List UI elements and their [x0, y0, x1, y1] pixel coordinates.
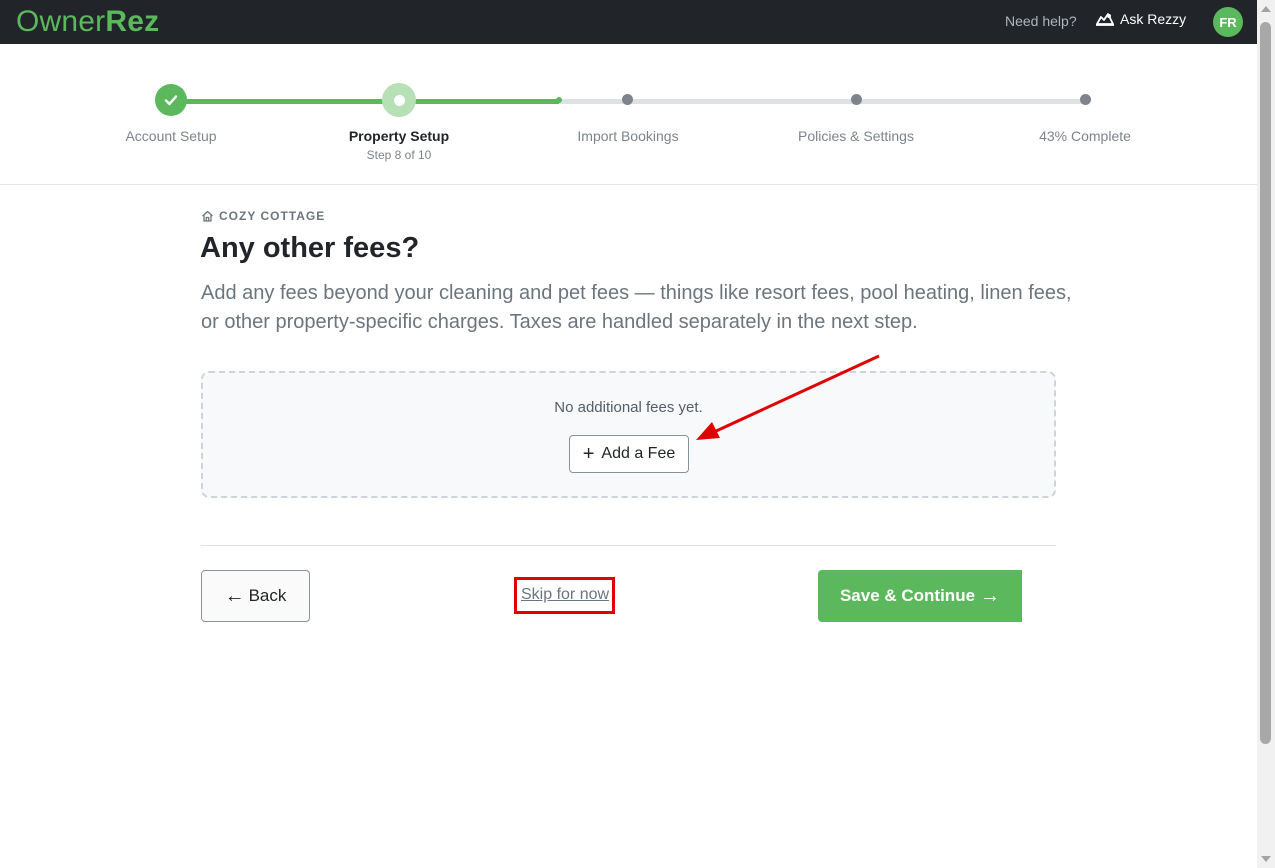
- empty-state-text: No additional fees yet.: [554, 399, 703, 416]
- page-description: Add any fees beyond your cleaning and pe…: [201, 282, 1072, 333]
- brand-part-rez: Rez: [105, 5, 160, 38]
- step-node-import: [622, 94, 633, 105]
- progress-track-remaining: [559, 99, 1085, 104]
- ownerrez-logo[interactable]: OwnerRez: [16, 4, 159, 40]
- checkmark-icon: [164, 95, 178, 106]
- step-counter: Step 8 of 10: [366, 148, 432, 162]
- skip-for-now-link[interactable]: Skip for now: [521, 586, 609, 604]
- step-current-node: [382, 83, 416, 117]
- arrow-right-icon: →: [980, 585, 1001, 607]
- rezzy-icon: [1096, 13, 1114, 26]
- page-title: Any other fees?: [200, 232, 420, 264]
- step-label-policies-settings: Policies & Settings: [798, 128, 914, 144]
- step-label-import-bookings: Import Bookings: [577, 128, 679, 144]
- step-current-dot: [393, 94, 405, 106]
- step-label-account-setup: Account Setup: [125, 128, 217, 144]
- add-fee-label: Add a Fee: [601, 445, 676, 462]
- back-button[interactable]: ← Back: [201, 570, 310, 622]
- step-node-policies: [851, 94, 862, 105]
- add-fee-button[interactable]: + Add a Fee: [569, 435, 689, 473]
- step-node-complete: [1080, 94, 1091, 105]
- setup-progress-stepper: Account Setup Property Setup Step 8 of 1…: [0, 44, 1257, 185]
- user-avatar[interactable]: FR: [1213, 7, 1243, 37]
- arrow-left-icon: ←: [224, 585, 245, 607]
- step-label-property-setup: Property Setup: [348, 128, 450, 144]
- progress-track-complete: [171, 99, 559, 104]
- need-help-text: Need help?: [1005, 13, 1077, 29]
- page-scrollbar[interactable]: [1257, 0, 1275, 868]
- scroll-thumb[interactable]: [1260, 22, 1271, 744]
- property-name-text: COZY COTTAGE: [219, 209, 326, 223]
- save-continue-label: Save & Continue: [839, 586, 976, 605]
- brand-part-owner: Owner: [16, 5, 106, 38]
- home-icon: [202, 210, 213, 222]
- scroll-up-arrow-icon[interactable]: [1261, 6, 1271, 12]
- progress-end-dot: [556, 97, 562, 103]
- progress-percent-label: 43% Complete: [1039, 128, 1131, 144]
- fees-empty-state: No additional fees yet. + Add a Fee: [201, 371, 1056, 498]
- step-complete-node: [155, 84, 187, 116]
- plus-icon: +: [582, 443, 595, 465]
- save-continue-button[interactable]: Save & Continue →: [818, 570, 1022, 622]
- ask-rezzy-button[interactable]: Ask Rezzy: [1095, 11, 1186, 27]
- property-name: COZY COTTAGE: [201, 209, 325, 223]
- back-label: Back: [248, 586, 287, 605]
- footer-divider: [201, 545, 1056, 546]
- top-navbar: OwnerRez Need help? Ask Rezzy FR: [0, 0, 1257, 44]
- ask-rezzy-label: Ask Rezzy: [1120, 11, 1187, 27]
- scroll-down-arrow-icon[interactable]: [1261, 856, 1271, 862]
